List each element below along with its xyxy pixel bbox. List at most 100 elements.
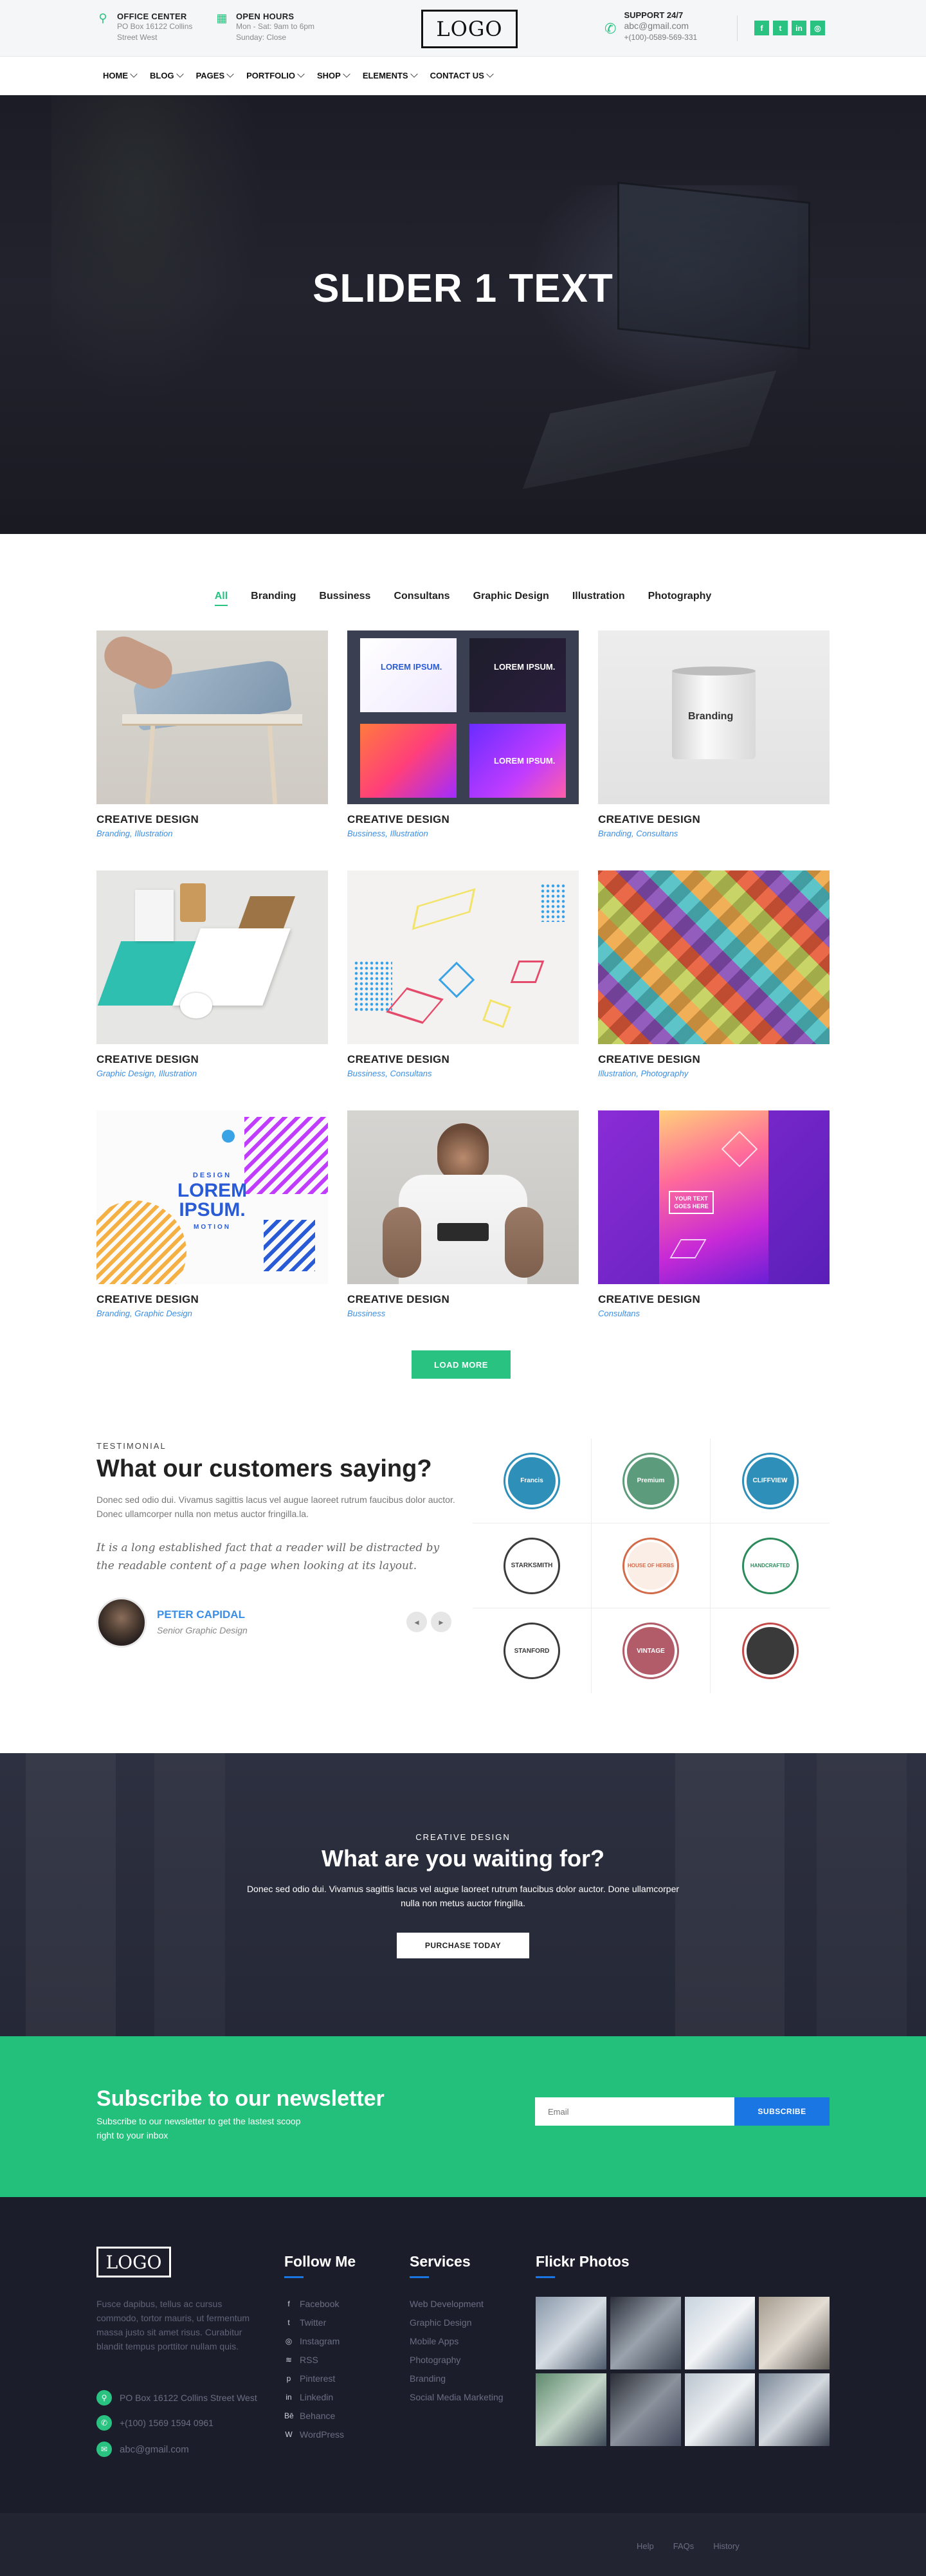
portfolio-card[interactable]: LOREM IPSUM. LOREM IPSUM. LOREM IPSUM. C… xyxy=(347,630,579,838)
card-categories[interactable]: Illustration, Photography xyxy=(598,1069,830,1078)
portfolio-card[interactable]: Branding CREATIVE DESIGN Branding, Consu… xyxy=(598,630,830,838)
portfolio-card[interactable]: CREATIVE DESIGN Illustration, Photograph… xyxy=(598,870,830,1078)
client-logo-cell[interactable]: CLIFFVIEW xyxy=(711,1439,830,1523)
filter-all[interactable]: All xyxy=(214,591,228,606)
client-logo: Premium xyxy=(624,1454,677,1507)
footer-logo[interactable]: LOGO xyxy=(96,2247,171,2277)
support-email[interactable]: abc@gmail.com xyxy=(624,20,697,32)
flickr-photo[interactable] xyxy=(610,2373,681,2446)
portfolio-card[interactable]: CREATIVE DESIGN Graphic Design, Illustra… xyxy=(96,870,328,1078)
thumb-text: LOREM IPSUM. xyxy=(494,662,556,672)
flickr-photo[interactable] xyxy=(536,2373,606,2446)
next-arrow-icon[interactable]: ▸ xyxy=(431,1612,451,1632)
client-logo-cell[interactable]: STARKSMITH xyxy=(473,1523,592,1608)
card-categories[interactable]: Branding, Consultans xyxy=(598,829,830,838)
flickr-photo[interactable] xyxy=(536,2297,606,2369)
client-logo-text: CLIFFVIEW xyxy=(752,1477,788,1484)
client-logos-grid: Francis Premium CLIFFVIEW STARKSMITH HOU… xyxy=(473,1439,830,1693)
flickr-photo[interactable] xyxy=(759,2373,830,2446)
card-categories[interactable]: Branding, Illustration xyxy=(96,829,328,838)
card-categories[interactable]: Bussiness, Consultans xyxy=(347,1069,579,1078)
purchase-today-button[interactable]: PURCHASE TODAY xyxy=(397,1933,529,1958)
follow-twitter[interactable]: t Twitter xyxy=(284,2314,344,2332)
instagram-icon[interactable]: ◎ xyxy=(810,21,825,35)
nav-item-portfolio[interactable]: PORTFOLIO xyxy=(246,69,305,80)
hero-slider[interactable]: SLIDER 1 TEXT xyxy=(0,95,926,534)
client-logo-cell[interactable]: HOUSE OF HERBS xyxy=(592,1523,711,1608)
nav-label: PORTFOLIO xyxy=(246,71,295,80)
portfolio-card[interactable]: CREATIVE DESIGN Branding, Illustration xyxy=(96,630,328,838)
service-item[interactable]: Web Development xyxy=(410,2295,504,2314)
follow-wordpress[interactable]: W WordPress xyxy=(284,2425,344,2444)
follow-behance[interactable]: Bē Behance xyxy=(284,2407,344,2425)
card-categories[interactable]: Bussiness xyxy=(347,1309,579,1318)
client-logo-cell[interactable]: Premium xyxy=(592,1439,711,1523)
follow-facebook[interactable]: f Facebook xyxy=(284,2295,344,2314)
subscribe-button[interactable]: SUBSCRIBE xyxy=(734,2097,830,2126)
flickr-photo[interactable] xyxy=(684,2373,756,2446)
testimonial-author-name: PETER CAPIDAL xyxy=(157,1608,245,1621)
hours-title: OPEN HOURS xyxy=(236,12,295,21)
client-logo: HOUSE OF HERBS xyxy=(624,1539,677,1592)
email-field[interactable] xyxy=(535,2097,734,2126)
footer-link-help[interactable]: Help xyxy=(637,2541,654,2551)
portfolio-card[interactable]: YOUR TEXT GOES HERE CREATIVE DESIGN Cons… xyxy=(598,1110,830,1318)
nav-item-blog[interactable]: BLOG xyxy=(150,69,184,80)
follow-linkedin[interactable]: in Linkedin xyxy=(284,2388,344,2407)
nav-item-elements[interactable]: ELEMENTS xyxy=(363,69,418,80)
service-item[interactable]: Branding xyxy=(410,2369,504,2388)
card-categories[interactable]: Branding, Graphic Design xyxy=(96,1309,328,1318)
client-logo-cell[interactable]: VINTAGE xyxy=(592,1608,711,1693)
footer-link-faqs[interactable]: FAQs xyxy=(673,2541,694,2551)
follow-label: Pinterest xyxy=(300,2373,336,2384)
follow-instagram[interactable]: ◎ Instagram xyxy=(284,2332,344,2351)
service-item[interactable]: Photography xyxy=(410,2351,504,2369)
footer-link-history[interactable]: History xyxy=(713,2541,739,2551)
flickr-photo[interactable] xyxy=(684,2297,756,2369)
client-logo-cell[interactable] xyxy=(711,1608,830,1693)
service-item[interactable]: Social Media Marketing xyxy=(410,2388,504,2407)
portfolio-card[interactable]: DESIGN LOREM IPSUM. MOTION CREATIVE DESI… xyxy=(96,1110,328,1318)
follow-label: Linkedin xyxy=(300,2392,334,2402)
linkedin-icon[interactable]: in xyxy=(792,21,806,35)
client-logo: STARKSMITH xyxy=(505,1539,558,1592)
client-logo-cell[interactable]: HANDCRAFTED xyxy=(711,1523,830,1608)
filter-photography[interactable]: Photography xyxy=(648,591,712,606)
card-categories[interactable]: Bussiness, Illustration xyxy=(347,829,579,838)
nav-item-contact[interactable]: CONTACT US xyxy=(430,69,494,80)
twitter-icon[interactable]: t xyxy=(773,21,788,35)
client-logo-cell[interactable]: Francis xyxy=(473,1439,592,1523)
rss-icon: ≋ xyxy=(285,2355,293,2364)
service-item[interactable]: Mobile Apps xyxy=(410,2332,504,2351)
service-item[interactable]: Graphic Design xyxy=(410,2314,504,2332)
nav-label: HOME xyxy=(103,71,128,80)
follow-rss[interactable]: ≋ RSS xyxy=(284,2351,344,2369)
client-logo-text: HOUSE OF HERBS xyxy=(627,1563,674,1569)
nav-item-pages[interactable]: PAGES xyxy=(196,69,234,80)
prev-arrow-icon[interactable]: ◂ xyxy=(406,1612,427,1632)
chevron-down-icon xyxy=(343,69,350,78)
footer-email[interactable]: ✉ abc@gmail.com xyxy=(96,2442,189,2457)
filter-bussiness[interactable]: Bussiness xyxy=(319,591,370,606)
cta-heading: What are you waiting for? xyxy=(321,1845,604,1872)
chevron-down-icon xyxy=(176,69,184,78)
filter-illustration[interactable]: Illustration xyxy=(572,591,625,606)
portfolio-card[interactable]: CREATIVE DESIGN Bussiness xyxy=(347,1110,579,1318)
nav-item-shop[interactable]: SHOP xyxy=(317,69,350,80)
load-more-button[interactable]: LOAD MORE xyxy=(412,1350,511,1379)
follow-pinterest[interactable]: p Pinterest xyxy=(284,2369,344,2388)
card-categories[interactable]: Graphic Design, Illustration xyxy=(96,1069,328,1078)
services-heading: Services xyxy=(410,2253,471,2278)
chevron-down-icon xyxy=(297,69,305,78)
nav-item-home[interactable]: HOME xyxy=(103,69,138,80)
header-logo[interactable]: LOGO xyxy=(421,10,518,48)
card-categories[interactable]: Consultans xyxy=(598,1309,830,1318)
client-logo-cell[interactable]: STANFORD xyxy=(473,1608,592,1693)
portfolio-card[interactable]: CREATIVE DESIGN Bussiness, Consultans xyxy=(347,870,579,1078)
filter-branding[interactable]: Branding xyxy=(251,591,296,606)
filter-graphic-design[interactable]: Graphic Design xyxy=(473,591,549,606)
facebook-icon[interactable]: f xyxy=(754,21,769,35)
flickr-photo[interactable] xyxy=(759,2297,830,2369)
flickr-photo[interactable] xyxy=(610,2297,681,2369)
filter-consultans[interactable]: Consultans xyxy=(394,591,449,606)
